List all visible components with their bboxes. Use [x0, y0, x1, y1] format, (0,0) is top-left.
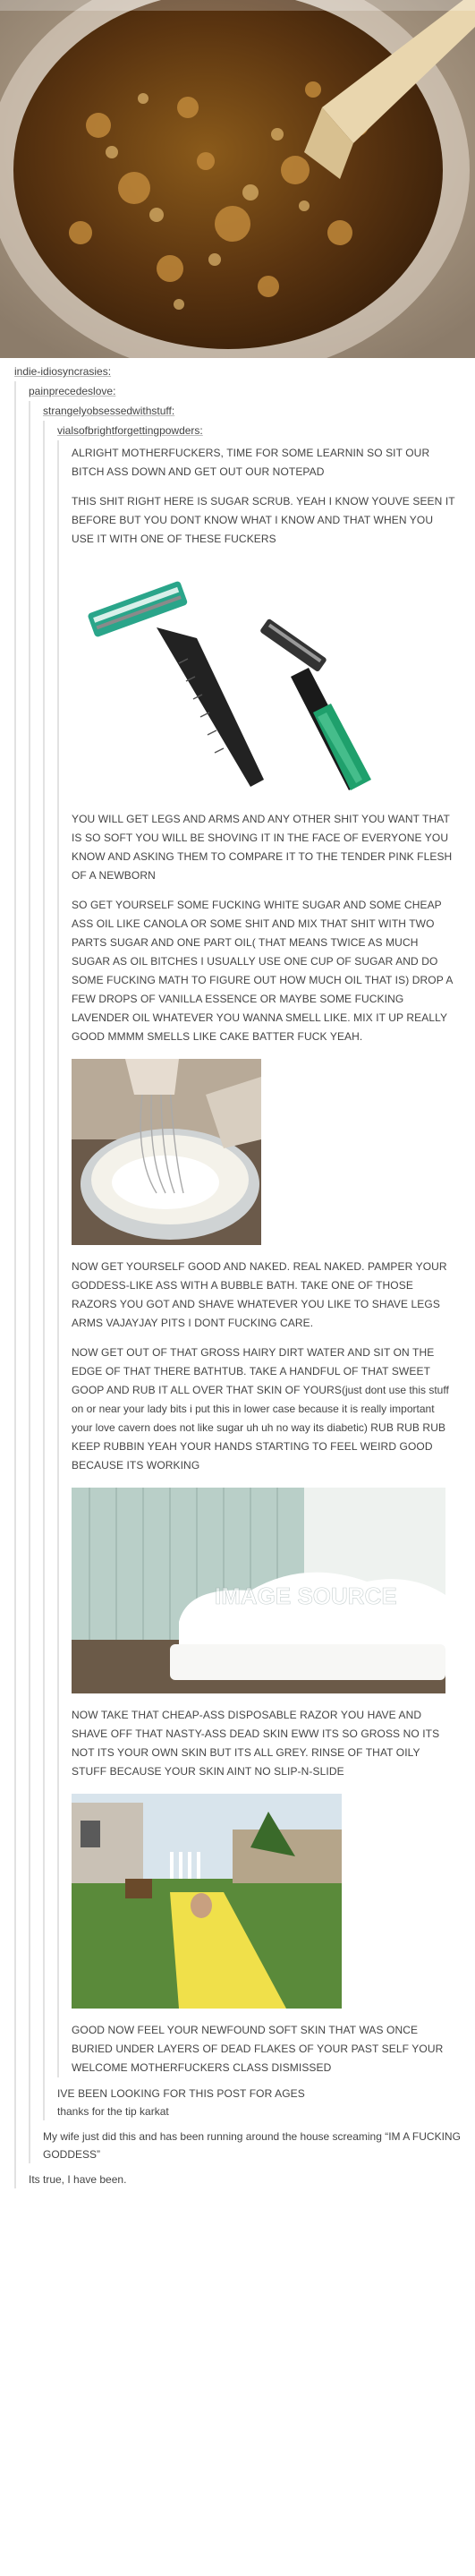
user-link-painprecedeslove[interactable]: painprecedeslove: — [29, 385, 115, 397]
reply-indie-idiosyncrasies: Its true, I have been. — [29, 2173, 127, 2186]
post-paragraph-5: NOW GET YOURSELF GOOD AND NAKED. REAL NA… — [72, 1260, 447, 1329]
whisk-bowl-illustration — [72, 1059, 261, 1245]
post-paragraph-8: GOOD NOW FEEL YOUR NEWFOUND SOFT SKIN TH… — [72, 2024, 444, 2074]
quote-level-4: ALRIGHT MOTHERFUCKERS, TIME FOR SOME LEA… — [57, 440, 461, 2077]
user-link-vialsofbrightforgettingpowders[interactable]: vialsofbrightforgettingpowders: — [57, 424, 203, 437]
sugar-scrub-image — [0, 0, 475, 358]
bubble-bath-image: IMAGE SOURCE — [72, 1488, 445, 1693]
whisk-bowl-image — [72, 1059, 261, 1245]
sugar-scrub-illustration — [0, 0, 475, 358]
post-paragraph-2: THIS SHIT RIGHT HERE IS SUGAR SCRUB. YEA… — [72, 495, 455, 545]
post-paragraph-3: YOU WILL GET LEGS AND ARMS AND ANY OTHER… — [72, 813, 453, 882]
post-paragraph-6: NOW GET OUT OF THAT GROSS HAIRY DIRT WAT… — [72, 1343, 457, 1475]
user-link-indie-idiosyncrasies[interactable]: indie-idiosyncrasies: — [14, 365, 111, 378]
reply-strangelyobsessedwithstuff-2: thanks for the tip karkat — [57, 2105, 169, 2118]
reply-strangelyobsessedwithstuff: IVE BEEN LOOKING FOR THIS POST FOR AGES — [57, 2087, 305, 2100]
reply-painprecedeslove: My wife just did this and has been runni… — [43, 2130, 461, 2161]
razor-illustration — [72, 556, 411, 798]
quote-level-1: painprecedeslove: strangelyobsessedwiths… — [14, 381, 461, 2188]
quote-level-2: strangelyobsessedwithstuff: vialsofbrigh… — [29, 401, 461, 2163]
post-paragraph-7: NOW TAKE THAT CHEAP-ASS DISPOSABLE RAZOR… — [72, 1709, 440, 1778]
reblog-thread: indie-idiosyncrasies: painprecedeslove: … — [0, 358, 475, 2188]
post-paragraph-1: ALRIGHT MOTHERFUCKERS, TIME FOR SOME LEA… — [72, 447, 430, 478]
user-link-strangelyobsessedwithstuff[interactable]: strangelyobsessedwithstuff: — [43, 405, 174, 417]
quote-level-3: vialsofbrightforgettingpowders: ALRIGHT … — [43, 421, 461, 2120]
image-source-watermark: IMAGE SOURCE — [215, 1582, 397, 1609]
razor-image — [72, 556, 411, 798]
slip-n-slide-image — [72, 1794, 342, 2009]
bubble-bath-illustration: IMAGE SOURCE — [72, 1488, 445, 1693]
post-paragraph-4: SO GET YOURSELF SOME FUCKING WHITE SUGAR… — [72, 899, 453, 1043]
slip-n-slide-illustration — [72, 1794, 342, 2009]
